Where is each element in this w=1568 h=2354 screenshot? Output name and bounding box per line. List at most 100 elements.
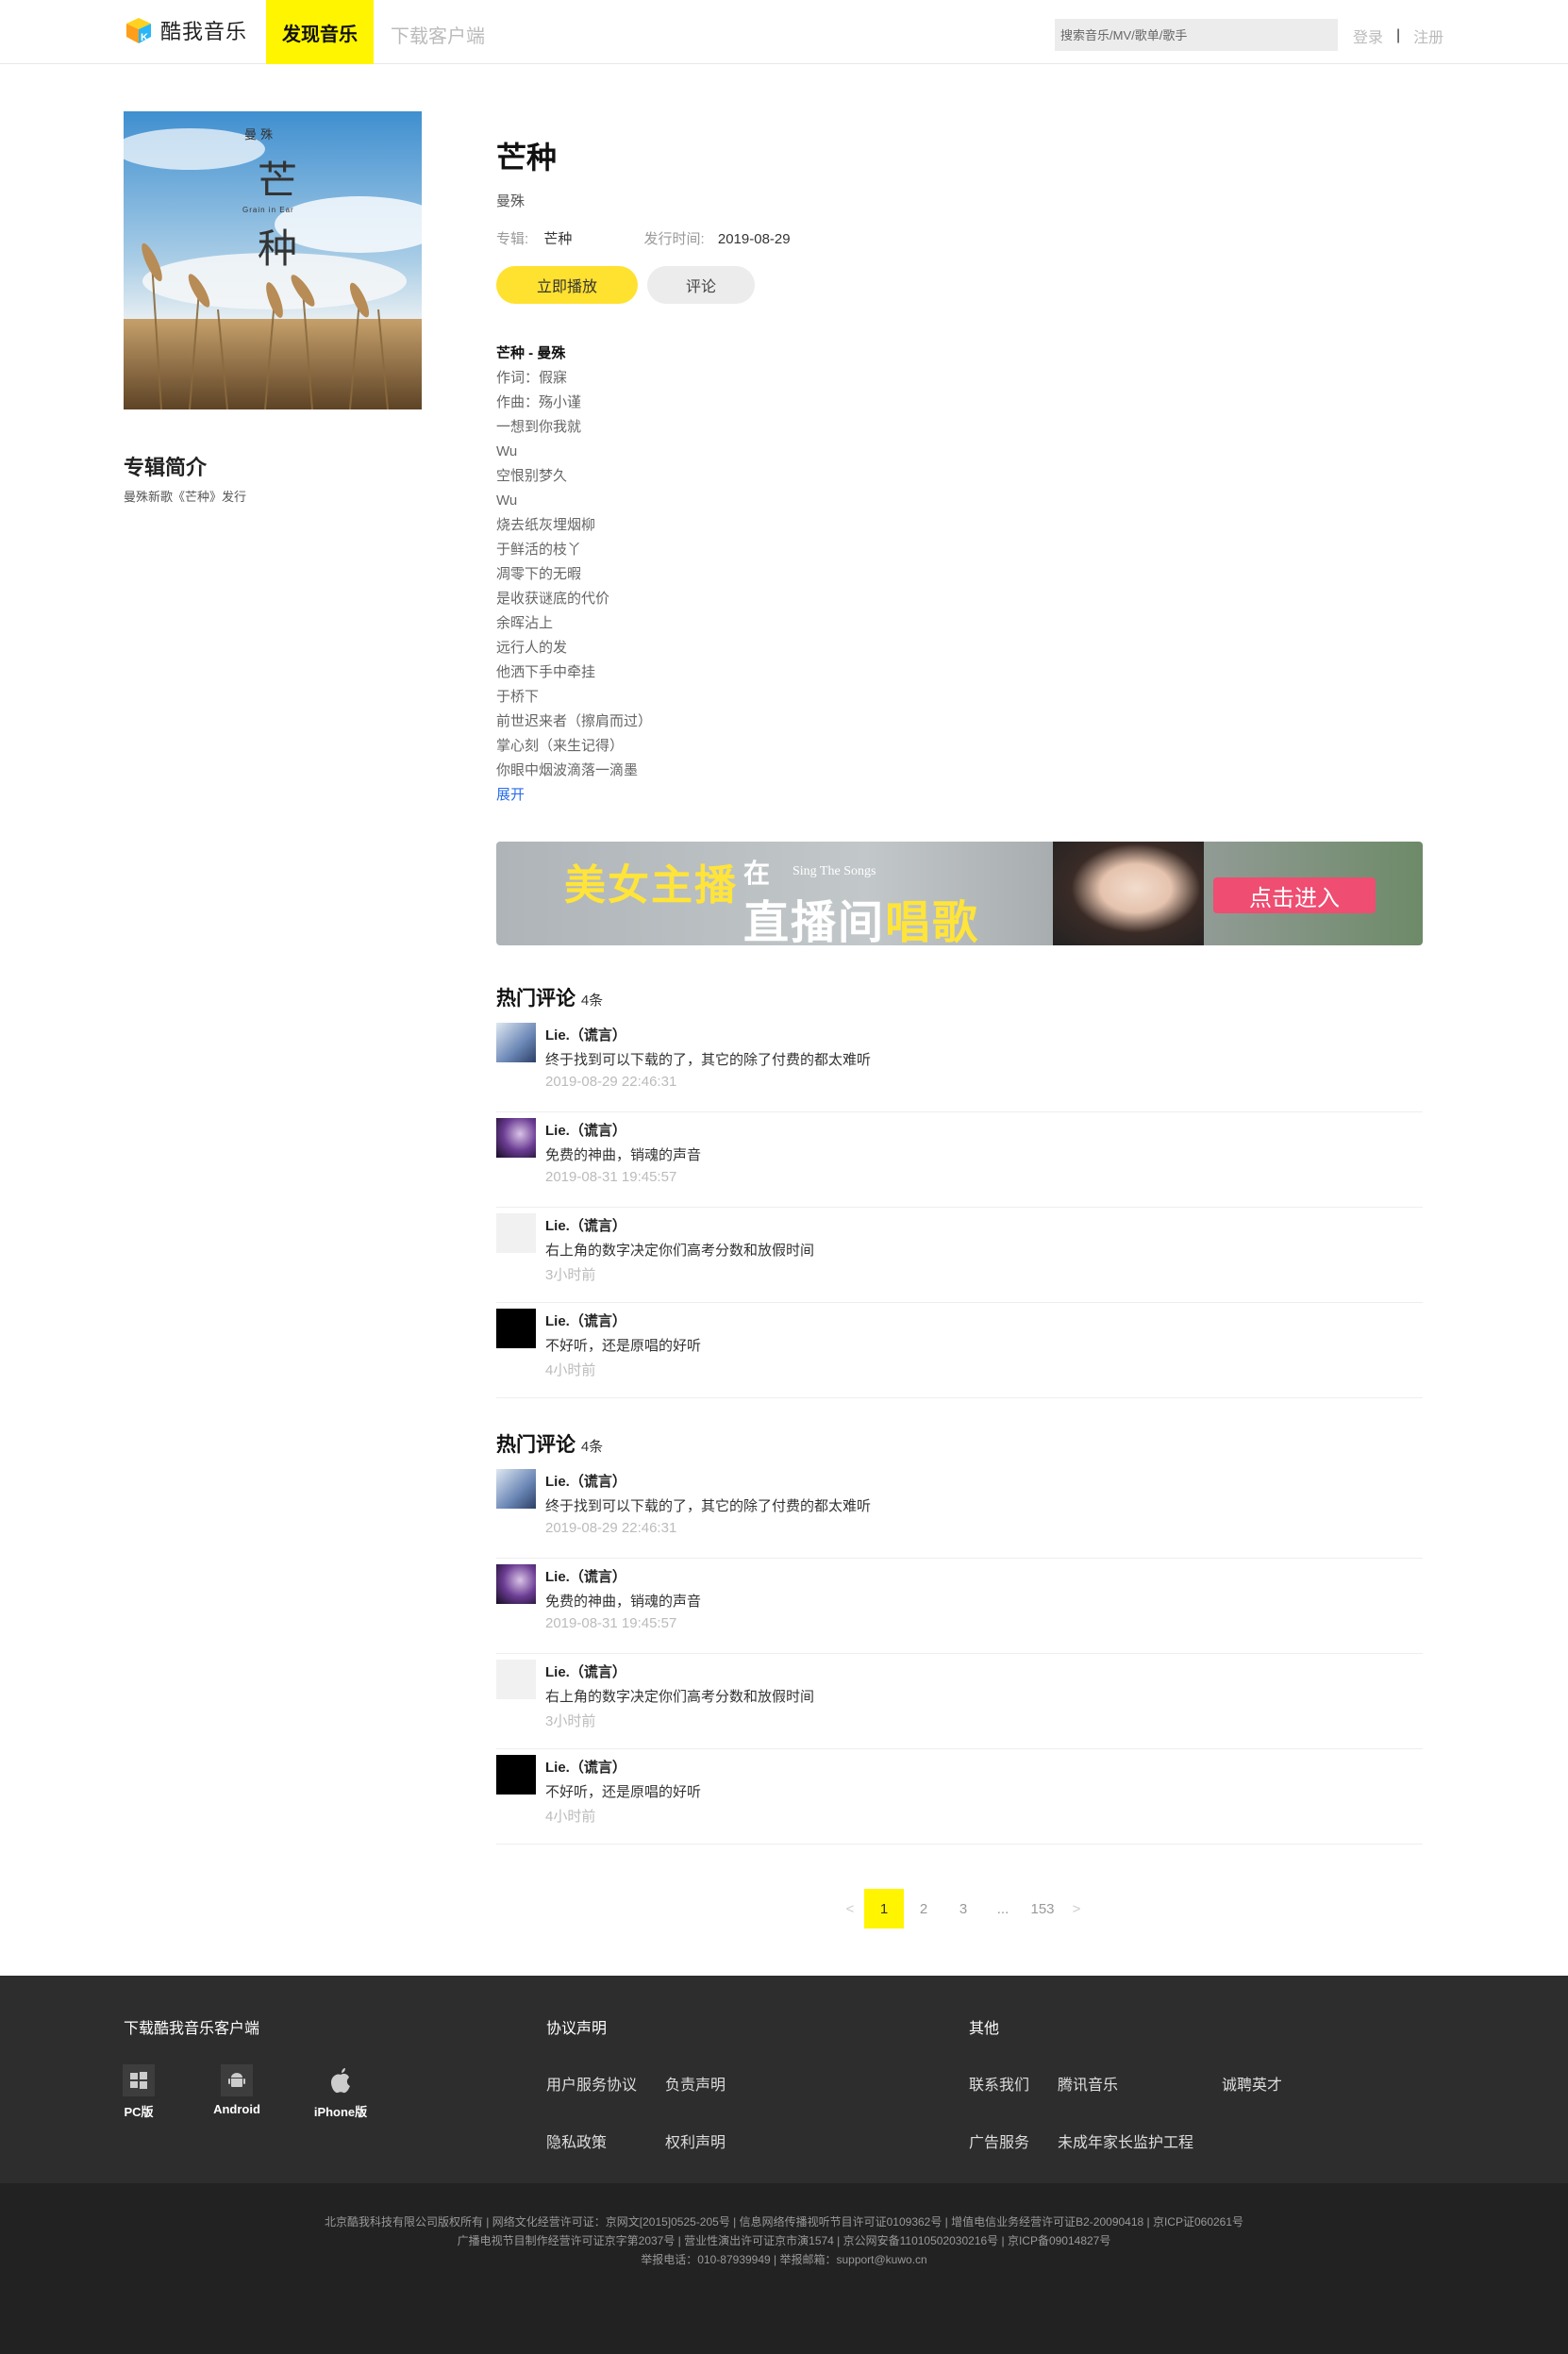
lyrics-block: 芒种 - 曼殊 作词：假寐 作曲：殇小谨 一想到你我就 Wu 空恨别梦久 Wu … xyxy=(496,342,652,808)
user-avatar[interactable] xyxy=(496,1564,536,1604)
lyric-line: 烧去纸灰埋烟柳 xyxy=(496,517,596,533)
comment-username[interactable]: Lie.（谎言） xyxy=(545,1566,626,1586)
lyric-line: 于鲜活的枝丫 xyxy=(496,542,582,558)
comment-username[interactable]: Lie.（谎言） xyxy=(545,1025,626,1044)
comment-username[interactable]: Lie.（谎言） xyxy=(545,1757,626,1777)
jobs-link[interactable]: 诚聘英才 xyxy=(1222,2072,1282,2095)
song-artist[interactable]: 曼殊 xyxy=(496,191,525,210)
lyric-line: 他洒下手中牵挂 xyxy=(496,664,596,680)
user-avatar[interactable] xyxy=(496,1309,536,1348)
album-cover[interactable]: 曼 殊 芒 Grain in Ear 种 xyxy=(124,111,422,409)
hot-comments-section: 热门评论 4条 Lie.（谎言） 终于找到可以下载的了，其它的除了付费的都太难听… xyxy=(496,1429,1423,1845)
login-link[interactable]: 登录 xyxy=(1353,25,1383,47)
lyric-line: 掌心刻（来生记得） xyxy=(496,738,625,754)
footer-legal: 北京酷我科技有限公司版权所有 | 网络文化经营许可证：京网文[2015]0525… xyxy=(0,2183,1568,2354)
ad-services-link[interactable]: 广告服务 xyxy=(969,2129,1029,2152)
lyric-line: 前世迟来者（擦肩而过） xyxy=(496,713,653,729)
download-pc[interactable]: PC版 xyxy=(106,2064,172,2120)
comment-username[interactable]: Lie.（谎言） xyxy=(545,1120,626,1140)
cover-english-title: Grain in Ear xyxy=(242,206,294,214)
comment-text: 右上角的数字决定你们高考分数和放假时间 xyxy=(545,1689,815,1705)
banner-subheadline: 直播间唱歌 xyxy=(743,898,980,945)
user-avatar[interactable] xyxy=(496,1023,536,1062)
cover-title-char2: 种 xyxy=(258,225,298,272)
search-input[interactable] xyxy=(1055,19,1338,51)
comment-time: 2019-08-29 22:46:31 xyxy=(545,1074,677,1090)
comment-time: 4小时前 xyxy=(545,1809,596,1825)
song-meta: 专辑: 芒种 发行时间: 2019-08-29 xyxy=(496,228,791,248)
song-title: 芒种 xyxy=(496,141,558,175)
privacy-policy-link[interactable]: 隐私政策 xyxy=(546,2129,607,2152)
auth-separator: | xyxy=(1396,27,1401,43)
lyric-line: Wu xyxy=(496,443,518,459)
banner-enter-button[interactable]: 点击进入 xyxy=(1213,877,1376,913)
lyrics-heading: 芒种 - 曼殊 xyxy=(496,345,566,361)
download-iphone[interactable]: iPhone版 xyxy=(308,2064,374,2120)
download-iphone-label: iPhone版 xyxy=(313,2105,368,2119)
user-avatar[interactable] xyxy=(496,1755,536,1795)
user-avatar[interactable] xyxy=(496,1469,536,1509)
comment-username[interactable]: Lie.（谎言） xyxy=(545,1311,626,1330)
comment-username[interactable]: Lie.（谎言） xyxy=(545,1215,626,1235)
kuwo-logo[interactable]: K 酷我音乐 xyxy=(123,14,247,46)
comment-item: Lie.（谎言） 不好听，还是原唱的好听 4小时前 xyxy=(496,1749,1423,1845)
rights-statement-link[interactable]: 权利声明 xyxy=(665,2129,726,2152)
lyric-line: 远行人的发 xyxy=(496,640,568,656)
album-intro-title: 专辑简介 xyxy=(124,456,208,479)
comment-username[interactable]: Lie.（谎言） xyxy=(545,1661,626,1681)
minor-guardian-link[interactable]: 未成年家长监护工程 xyxy=(1058,2129,1193,2152)
banner-headline: 美女主播 xyxy=(564,862,738,909)
top-header: K 酷我音乐 发现音乐 下载客户端 登录 | 注册 xyxy=(0,0,1568,64)
user-avatar[interactable] xyxy=(496,1660,536,1699)
lyric-line: 凋零下的无暇 xyxy=(496,566,582,582)
page-button-current[interactable]: 1 xyxy=(864,1889,904,1928)
kuwo-logo-icon: K xyxy=(123,14,155,46)
nav-download-client[interactable]: 下载客户端 xyxy=(391,21,485,48)
download-android-label: Android xyxy=(213,2102,260,2116)
next-page-button[interactable]: > xyxy=(1062,1889,1091,1928)
comment-time: 3小时前 xyxy=(545,1267,596,1283)
pagination: < 1 2 3 ... 153 > xyxy=(836,1889,1091,1928)
user-avatar[interactable] xyxy=(496,1213,536,1253)
tencent-music-link[interactable]: 腾讯音乐 xyxy=(1058,2072,1118,2095)
page-button[interactable]: 3 xyxy=(943,1889,983,1928)
page-button[interactable]: 2 xyxy=(904,1889,943,1928)
legal-line-3: 举报电话：010-87939949 | 举报邮箱：support@kuwo.cn xyxy=(641,2253,927,2266)
site-footer: 下载酷我音乐客户端 PC版 Android iPhone版 协议声明 用户服务协… xyxy=(0,1976,1568,2183)
lyric-line: 是收获谜底的代价 xyxy=(496,591,610,607)
comment-time: 2019-08-29 22:46:31 xyxy=(545,1520,677,1536)
comment-item: Lie.（谎言） 免费的神曲，销魂的声音 2019-08-31 19:45:57 xyxy=(496,1112,1423,1208)
banner-host-photo xyxy=(1053,842,1204,945)
comment-time: 2019-08-31 19:45:57 xyxy=(545,1615,677,1631)
user-agreement-link[interactable]: 用户服务协议 xyxy=(546,2072,637,2095)
disclaimer-link[interactable]: 负责声明 xyxy=(665,2072,726,2095)
live-singing-banner[interactable]: 美女主播 在 Sing The Songs 直播间唱歌 点击进入 xyxy=(496,842,1423,945)
play-now-button[interactable]: 立即播放 xyxy=(496,266,638,304)
comment-username[interactable]: Lie.（谎言） xyxy=(545,1471,626,1491)
comment-time: 4小时前 xyxy=(545,1362,596,1378)
lyric-line: 你眼中烟波滴落一滴墨 xyxy=(496,762,639,778)
register-link[interactable]: 注册 xyxy=(1413,25,1443,47)
comment-item: Lie.（谎言） 终于找到可以下载的了，其它的除了付费的都太难听 2019-08… xyxy=(496,1017,1423,1112)
album-label: 专辑: xyxy=(496,231,529,247)
legal-line-1: 北京酷我科技有限公司版权所有 | 网络文化经营许可证：京网文[2015]0525… xyxy=(324,2215,1244,2229)
user-avatar[interactable] xyxy=(496,1118,536,1158)
nav-discover-music[interactable]: 发现音乐 xyxy=(266,0,374,64)
comment-text: 终于找到可以下载的了，其它的除了付费的都太难听 xyxy=(545,1498,872,1514)
lyrics-expand-link[interactable]: 展开 xyxy=(496,783,652,808)
release-label: 发行时间: xyxy=(643,231,705,247)
comment-item: Lie.（谎言） 右上角的数字决定你们高考分数和放假时间 3小时前 xyxy=(496,1208,1423,1303)
comment-button[interactable]: 评论 xyxy=(647,266,755,304)
footer-other-title: 其他 xyxy=(969,2021,1000,2037)
prev-page-button[interactable]: < xyxy=(836,1889,864,1928)
comment-item: Lie.（谎言） 免费的神曲，销魂的声音 2019-08-31 19:45:57 xyxy=(496,1559,1423,1654)
contact-us-link[interactable]: 联系我们 xyxy=(969,2072,1029,2095)
comment-text: 不好听，还是原唱的好听 xyxy=(545,1784,702,1800)
album-value[interactable]: 芒种 xyxy=(543,231,572,247)
comment-item: Lie.（谎言） 不好听，还是原唱的好听 4小时前 xyxy=(496,1303,1423,1398)
comment-text: 终于找到可以下载的了，其它的除了付费的都太难听 xyxy=(545,1052,872,1068)
comment-text: 免费的神曲，销魂的声音 xyxy=(545,1147,702,1163)
windows-icon xyxy=(123,2064,155,2096)
page-button-last[interactable]: 153 xyxy=(1023,1889,1062,1928)
download-android[interactable]: Android xyxy=(204,2064,270,2116)
